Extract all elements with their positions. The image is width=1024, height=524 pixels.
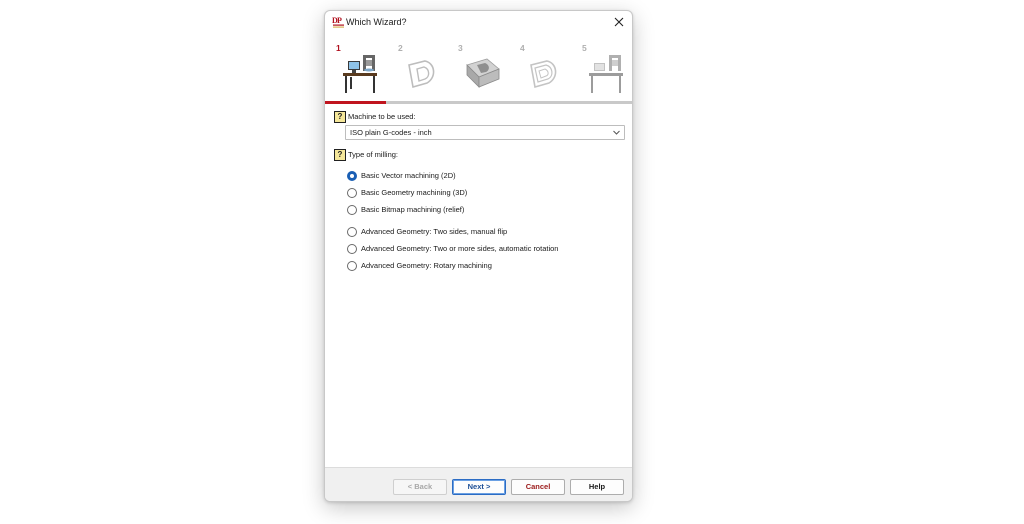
step-5: 5 <box>579 43 629 95</box>
milling-label: Type of milling: <box>348 150 399 159</box>
title-bar: D P Which Wizard? <box>325 11 632 33</box>
step-4: 4 <box>517 43 567 95</box>
step-1: 1 <box>333 43 383 95</box>
radio-basic-bitmap[interactable] <box>347 205 357 215</box>
back-button[interactable]: < Back <box>393 479 447 495</box>
wizard-progress-bar <box>325 101 632 104</box>
radio-label: Basic Geometry machining (3D) <box>361 188 468 197</box>
wizard-steps: 1 2 3 4 5 <box>333 43 625 99</box>
machine-select[interactable]: ISO plain G-codes - inch <box>345 125 625 140</box>
cancel-button[interactable]: Cancel <box>511 479 565 495</box>
chevron-down-icon <box>613 130 620 135</box>
step-3: 3 <box>455 43 505 95</box>
radio-label: Advanced Geometry: Rotary machining <box>361 261 492 270</box>
button-bar: < Back Next > Cancel Help <box>325 467 632 501</box>
radio-advanced-rotary[interactable] <box>347 261 357 271</box>
machine-label: Machine to be used: <box>348 112 416 121</box>
next-button[interactable]: Next > <box>452 479 506 495</box>
geometry-block-icon <box>466 58 500 88</box>
radio-label: Advanced Geometry: Two or more sides, au… <box>361 244 559 253</box>
close-icon <box>614 17 624 27</box>
radio-basic-geometry[interactable] <box>347 188 357 198</box>
machine-desk-icon <box>343 55 377 93</box>
radio-basic-vector[interactable] <box>347 171 357 181</box>
vector-shape-icon <box>408 60 435 89</box>
svg-text:P: P <box>337 16 342 25</box>
milling-help-icon[interactable]: ? <box>334 149 346 161</box>
radio-advanced-auto-rotation[interactable] <box>347 244 357 254</box>
radio-advanced-two-sides[interactable] <box>347 227 357 237</box>
dialog-title: Which Wizard? <box>346 17 407 27</box>
app-logo-icon: D P <box>332 16 344 28</box>
help-button[interactable]: Help <box>570 479 624 495</box>
machine-help-icon[interactable]: ? <box>334 111 346 123</box>
radio-label: Basic Bitmap machining (relief) <box>361 205 465 214</box>
machine-desk-icon <box>589 55 623 93</box>
machine-select-value: ISO plain G-codes - inch <box>350 128 432 137</box>
close-button[interactable] <box>610 13 628 31</box>
step-2: 2 <box>395 43 445 95</box>
radio-label: Basic Vector machining (2D) <box>361 171 456 180</box>
toolpath-shape-icon <box>530 60 557 89</box>
wizard-dialog: D P Which Wizard? 1 2 3 4 5 ? Machine to… <box>324 10 633 502</box>
radio-label: Advanced Geometry: Two sides, manual fli… <box>361 227 508 236</box>
wizard-progress-fill <box>325 101 387 104</box>
